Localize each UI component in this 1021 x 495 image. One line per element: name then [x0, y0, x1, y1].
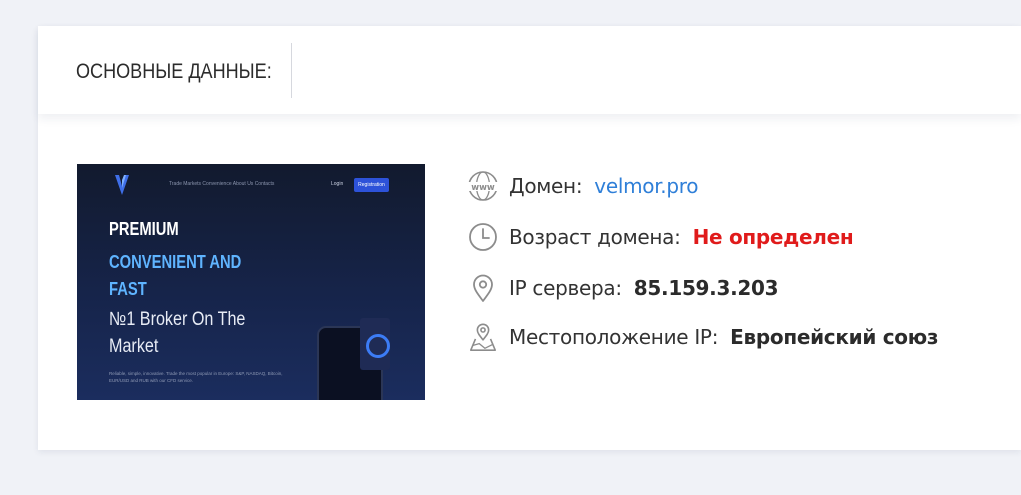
location-value: Европейский союз [730, 325, 939, 349]
section-title: ОСНОВНЫЕ ДАННЫЕ: [76, 60, 272, 83]
location-pin-icon [467, 272, 499, 304]
location-label: Местоположение IP: [509, 325, 719, 349]
screenshot-headline-premium: PREMIUM [109, 219, 179, 239]
domain-age-label: Возраст домена: [509, 225, 681, 249]
screenshot-headline-broker: №1 Broker On The Market [109, 309, 246, 357]
screenshot-description: Reliable, simple, innovative. Trade the … [109, 371, 283, 383]
screenshot-navbar: Trade Markets Convenience About Us Conta… [77, 164, 425, 206]
svg-text:www: www [471, 183, 495, 193]
domain-age-value: Не определен [692, 225, 854, 249]
main-data-card: ОСНОВНЫЕ ДАННЫЕ: Trade Markets Convenien… [38, 26, 1021, 450]
ip-label: IP сервера: [509, 276, 622, 300]
screenshot-login: Login [331, 181, 344, 187]
clock-icon [467, 221, 499, 253]
screenshot-headline-convenient: CONVENIENT AND FAST [109, 252, 242, 299]
header-divider [291, 43, 292, 98]
info-row-ip: IP сервера: 85.159.3.203 [467, 272, 779, 304]
site-screenshot[interactable]: Trade Markets Convenience About Us Conta… [77, 164, 425, 400]
map-pin-icon [467, 321, 499, 353]
info-row-domain-age: Возраст домена: Не определен [467, 221, 854, 253]
domain-link[interactable]: velmor.pro [594, 174, 698, 198]
card-header: ОСНОВНЫЕ ДАННЫЕ: [38, 26, 1021, 114]
www-globe-icon: www [467, 170, 499, 202]
screenshot-ring-graphic [366, 334, 390, 358]
screenshot-register-button: Registration [354, 178, 389, 192]
ip-value: 85.159.3.203 [633, 276, 779, 300]
domain-label: Домен: [509, 174, 583, 198]
screenshot-menu: Trade Markets Convenience About Us Conta… [169, 181, 275, 187]
info-row-location: Местоположение IP: Европейский союз [467, 321, 939, 353]
broker-logo-icon [115, 175, 129, 195]
info-row-domain: www Домен: velmor.pro [467, 171, 698, 201]
